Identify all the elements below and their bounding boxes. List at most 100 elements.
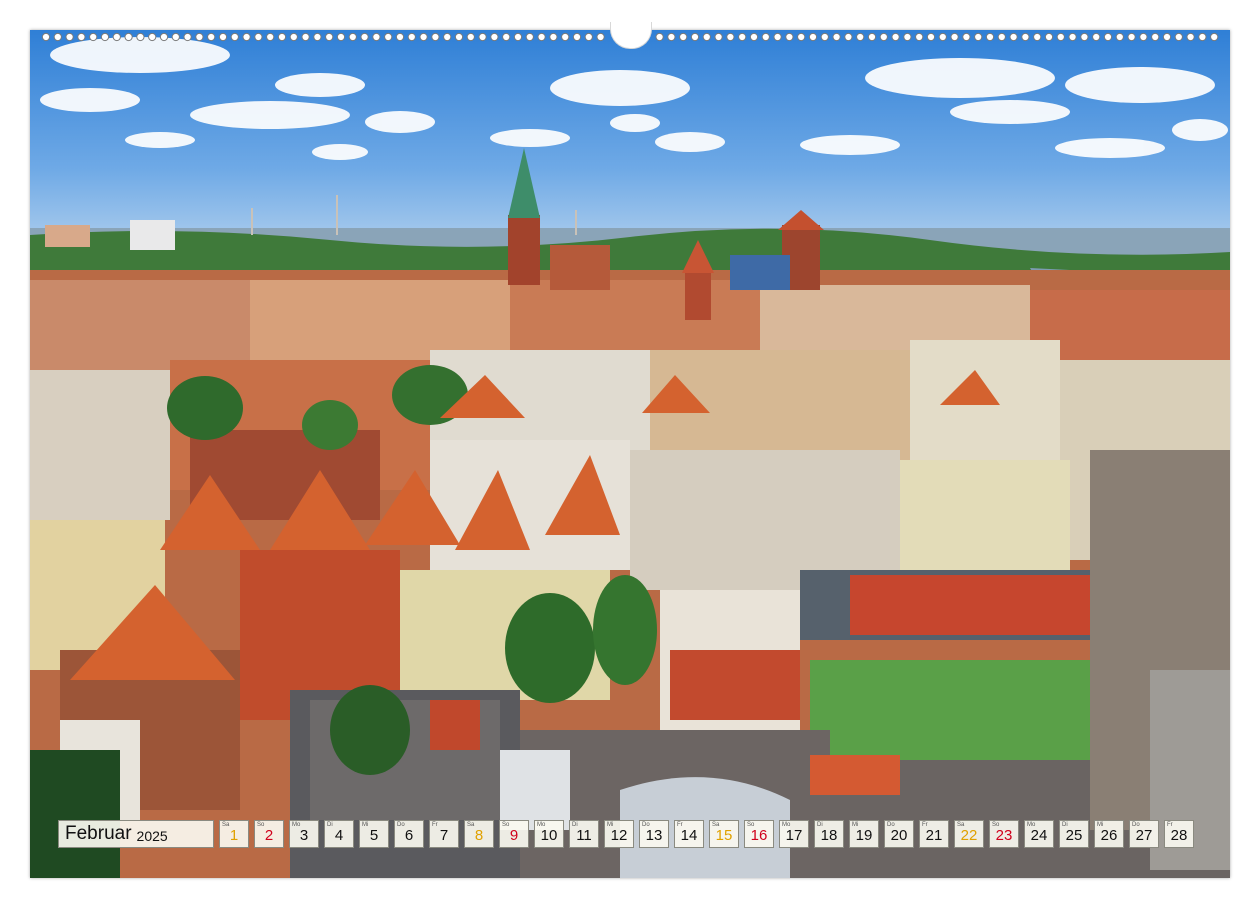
day-number: 8 <box>474 827 484 844</box>
day-cell: Mo 10 <box>534 820 564 848</box>
spiral-ring <box>714 32 723 42</box>
spiral-ring <box>596 32 605 42</box>
spiral-ring <box>277 32 287 42</box>
spiral-ring <box>997 32 1006 42</box>
spiral-ring <box>348 32 357 42</box>
spiral-ring <box>230 32 239 42</box>
spiral-ring <box>950 32 959 42</box>
spiral-ring <box>879 32 888 42</box>
spiral-ring <box>808 32 818 42</box>
spiral-ring <box>171 32 180 42</box>
calendar-page: Februar 2025 Sa 1 So 2 Mo 3 Di 4 Mi 5 Do 6 Fr 7 Sa 8 So 9… <box>0 0 1260 908</box>
spiral-ring <box>1198 32 1207 42</box>
day-cell: Di 4 <box>324 820 354 848</box>
day-number: 22 <box>960 827 978 844</box>
weekday-label: So <box>747 822 755 828</box>
spiral-ring <box>856 32 865 42</box>
day-cell: Sa 15 <box>709 820 739 848</box>
spiral-ring <box>431 32 440 42</box>
spiral-ring <box>537 32 546 42</box>
day-number: 2 <box>264 827 274 844</box>
spiral-ring <box>159 32 169 42</box>
spiral-ring <box>372 32 381 42</box>
spiral-ring <box>478 32 487 42</box>
spiral-ring <box>832 32 841 42</box>
spiral-ring <box>561 32 570 42</box>
spiral-ring <box>915 32 924 42</box>
weekday-label: Do <box>397 822 405 828</box>
day-number: 13 <box>645 827 663 844</box>
spiral-ring <box>985 32 995 42</box>
spiral-ring <box>785 32 794 42</box>
day-cell: Mi 12 <box>604 820 634 848</box>
day-cell: Mi 5 <box>359 820 389 848</box>
spiral-ring <box>1033 32 1042 42</box>
spiral-ring <box>100 32 110 42</box>
spiral-ring <box>407 32 416 42</box>
day-number: 10 <box>540 827 558 844</box>
day-cell: Fr 21 <box>919 820 949 848</box>
spiral-ring <box>254 32 263 42</box>
weekday-label: Fr <box>677 822 683 828</box>
day-number: 17 <box>785 827 803 844</box>
day-cell: So 23 <box>989 820 1019 848</box>
spiral-ring <box>454 32 464 42</box>
day-cell: Mo 17 <box>779 820 809 848</box>
spiral-ring <box>1210 32 1219 42</box>
weekday-label: So <box>992 822 1000 828</box>
day-cell: Fr 7 <box>429 820 459 848</box>
spiral-ring <box>41 32 51 42</box>
day-number: 23 <box>995 827 1013 844</box>
weekday-label: Mi <box>362 822 369 828</box>
spiral-ring <box>974 32 983 42</box>
spiral-ring <box>655 32 664 42</box>
spiral-ring <box>443 32 452 42</box>
spiral-ring <box>1139 32 1148 42</box>
day-cell: Mi 19 <box>849 820 879 848</box>
weekday-label: Sa <box>467 822 475 828</box>
spiral-ring <box>419 32 428 42</box>
day-number: 4 <box>334 827 344 844</box>
spiral-ring <box>53 32 62 42</box>
distant-tower-block <box>130 220 175 250</box>
spiral-ring <box>1186 32 1195 42</box>
day-number: 15 <box>715 827 733 844</box>
spiral-ring <box>266 32 275 42</box>
weekday-label: Sa <box>222 822 230 828</box>
spiral-ring <box>148 32 157 42</box>
weekday-label: Mo <box>292 822 301 828</box>
day-cell: So 2 <box>254 820 284 848</box>
spiral-ring <box>797 32 806 42</box>
day-cell: Mo 24 <box>1024 820 1054 848</box>
spiral-ring <box>490 32 499 42</box>
spiral-ring <box>549 32 558 42</box>
spiral-ring <box>384 32 393 42</box>
spiral-ring <box>195 32 204 42</box>
day-number: 18 <box>820 827 838 844</box>
day-cell: Mi 26 <box>1094 820 1124 848</box>
spiral-ring <box>65 32 74 42</box>
weekday-label: Do <box>887 822 895 828</box>
spiral-ring <box>502 32 511 42</box>
spiral-ring <box>513 32 523 42</box>
spiral-ring <box>360 32 369 42</box>
spiral-ring <box>679 32 688 42</box>
day-number: 16 <box>750 827 768 844</box>
distant-building <box>45 225 90 247</box>
spiral-ring <box>1162 32 1172 42</box>
day-number: 7 <box>439 827 449 844</box>
spiral-ring <box>690 32 700 42</box>
spiral-ring <box>289 32 298 42</box>
spiral-ring <box>525 32 534 42</box>
day-cell: Mo 3 <box>289 820 319 848</box>
year: 2025 <box>136 827 168 844</box>
roof-vents <box>500 750 570 830</box>
spiral-ring <box>738 32 747 42</box>
spiral-ring <box>584 32 593 42</box>
day-cell: Sa 1 <box>219 820 249 848</box>
day-number: 6 <box>404 827 414 844</box>
spiral-ring <box>1009 32 1018 42</box>
spiral-ring <box>1056 32 1065 42</box>
spiral-ring <box>749 32 759 42</box>
weekday-label: Fr <box>1167 822 1173 828</box>
